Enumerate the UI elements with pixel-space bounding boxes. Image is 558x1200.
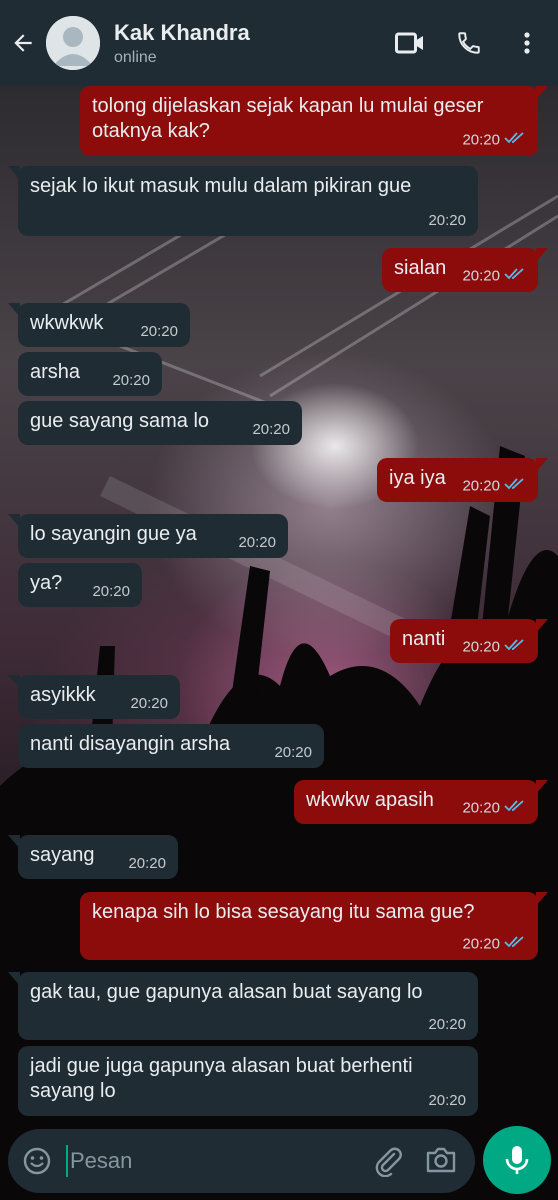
message-time: 20:20 bbox=[462, 638, 500, 656]
message-text: tolong dijelaskan sejak kapan lu mulai g… bbox=[92, 95, 484, 142]
double-check-icon bbox=[504, 131, 526, 150]
message-bubble-outgoing[interactable]: nanti 20:20 bbox=[390, 619, 548, 663]
bubble-tail bbox=[536, 619, 548, 633]
double-check-icon bbox=[504, 267, 526, 286]
message-bubble-outgoing[interactable]: sialan 20:20 bbox=[382, 248, 548, 292]
double-check-icon bbox=[504, 799, 526, 818]
bubble-tail bbox=[8, 303, 20, 317]
bubble-tail bbox=[536, 248, 548, 262]
message-time: 20:20 bbox=[428, 1092, 466, 1109]
message-bubble-incoming[interactable]: gue sayang sama lo 20:20 bbox=[18, 401, 302, 445]
message-text: jadi gue juga gapunya alasan buat berhen… bbox=[30, 1055, 413, 1102]
message-bubble-incoming[interactable]: sayang 20:20 bbox=[8, 835, 178, 879]
avatar-placeholder-icon bbox=[46, 16, 100, 70]
avatar[interactable] bbox=[46, 16, 100, 70]
message-text: gue sayang sama lo bbox=[30, 410, 210, 432]
bubble-tail bbox=[8, 675, 20, 689]
message-time: 20:20 bbox=[112, 372, 150, 389]
double-check-icon bbox=[504, 935, 526, 954]
bubble-tail bbox=[536, 780, 548, 794]
message-input[interactable]: Pesan bbox=[70, 1148, 132, 1174]
camera-icon[interactable] bbox=[425, 1145, 457, 1180]
message-bubble-outgoing[interactable]: kenapa sih lo bisa sesayang itu sama gue… bbox=[80, 892, 548, 960]
attach-icon[interactable] bbox=[372, 1145, 404, 1182]
message-bubble-incoming[interactable]: jadi gue juga gapunya alasan buat berhen… bbox=[18, 1046, 478, 1116]
message-bubble-incoming[interactable]: sejak lo ikut masuk mulu dalam pikiran g… bbox=[8, 166, 478, 236]
message-bubble-incoming[interactable]: ya? 20:20 bbox=[18, 563, 142, 607]
chat-header: Kak Khandra online bbox=[0, 0, 558, 86]
message-composer[interactable]: Pesan bbox=[8, 1129, 475, 1193]
bubble-tail bbox=[8, 972, 20, 986]
message-bubble-incoming[interactable]: arsha 20:20 bbox=[18, 352, 162, 396]
bubble-tail bbox=[8, 166, 20, 180]
double-check-icon bbox=[504, 477, 526, 496]
message-text: nanti disayangin arsha bbox=[30, 733, 231, 755]
message-time: 20:20 bbox=[462, 799, 500, 817]
message-bubble-incoming[interactable]: wkwkwk 20:20 bbox=[8, 303, 190, 347]
message-text: kenapa sih lo bisa sesayang itu sama gue… bbox=[92, 901, 475, 923]
message-bubble-incoming[interactable]: lo sayangin gue ya 20:20 bbox=[8, 514, 288, 558]
message-time: 20:20 bbox=[92, 583, 130, 600]
message-text: sejak lo ikut masuk mulu dalam pikiran g… bbox=[30, 175, 412, 197]
message-time: 20:20 bbox=[128, 855, 166, 872]
bubble-tail bbox=[8, 835, 20, 849]
message-time: 20:20 bbox=[462, 131, 500, 149]
contact-name[interactable]: Kak Khandra bbox=[114, 20, 250, 46]
mic-icon bbox=[505, 1146, 529, 1174]
message-time: 20:20 bbox=[428, 1016, 466, 1033]
message-time: 20:20 bbox=[130, 695, 168, 712]
message-time: 20:20 bbox=[140, 323, 178, 340]
message-time: 20:20 bbox=[462, 267, 500, 285]
message-time: 20:20 bbox=[462, 935, 500, 953]
message-time: 20:20 bbox=[428, 212, 466, 229]
emoji-icon[interactable] bbox=[22, 1146, 52, 1181]
message-time: 20:20 bbox=[462, 477, 500, 495]
message-bubble-incoming[interactable]: nanti disayangin arsha 20:20 bbox=[18, 724, 324, 768]
video-call-icon[interactable] bbox=[393, 0, 427, 86]
more-vert-icon[interactable] bbox=[512, 0, 542, 86]
message-bubble-outgoing[interactable]: tolong dijelaskan sejak kapan lu mulai g… bbox=[80, 86, 548, 156]
bubble-tail bbox=[536, 86, 548, 100]
message-time: 20:20 bbox=[274, 744, 312, 761]
text-caret bbox=[66, 1145, 68, 1177]
contact-status: online bbox=[114, 49, 157, 66]
bubble-tail bbox=[536, 458, 548, 472]
message-bubble-incoming[interactable]: gak tau, gue gapunya alasan buat sayang … bbox=[8, 972, 478, 1040]
message-bubble-outgoing[interactable]: iya iya 20:20 bbox=[377, 458, 548, 502]
message-time: 20:20 bbox=[252, 421, 290, 438]
message-text: gak tau, gue gapunya alasan buat sayang … bbox=[30, 981, 423, 1003]
bubble-tail bbox=[8, 514, 20, 528]
message-bubble-outgoing[interactable]: wkwkw apasih 20:20 bbox=[294, 780, 548, 824]
message-time: 20:20 bbox=[238, 534, 276, 551]
bubble-tail bbox=[536, 892, 548, 906]
back-arrow-icon[interactable] bbox=[6, 0, 40, 86]
voice-call-icon[interactable] bbox=[452, 0, 486, 86]
double-check-icon bbox=[504, 638, 526, 657]
message-bubble-incoming[interactable]: asyikkk 20:20 bbox=[8, 675, 180, 719]
mic-button[interactable] bbox=[483, 1126, 551, 1194]
